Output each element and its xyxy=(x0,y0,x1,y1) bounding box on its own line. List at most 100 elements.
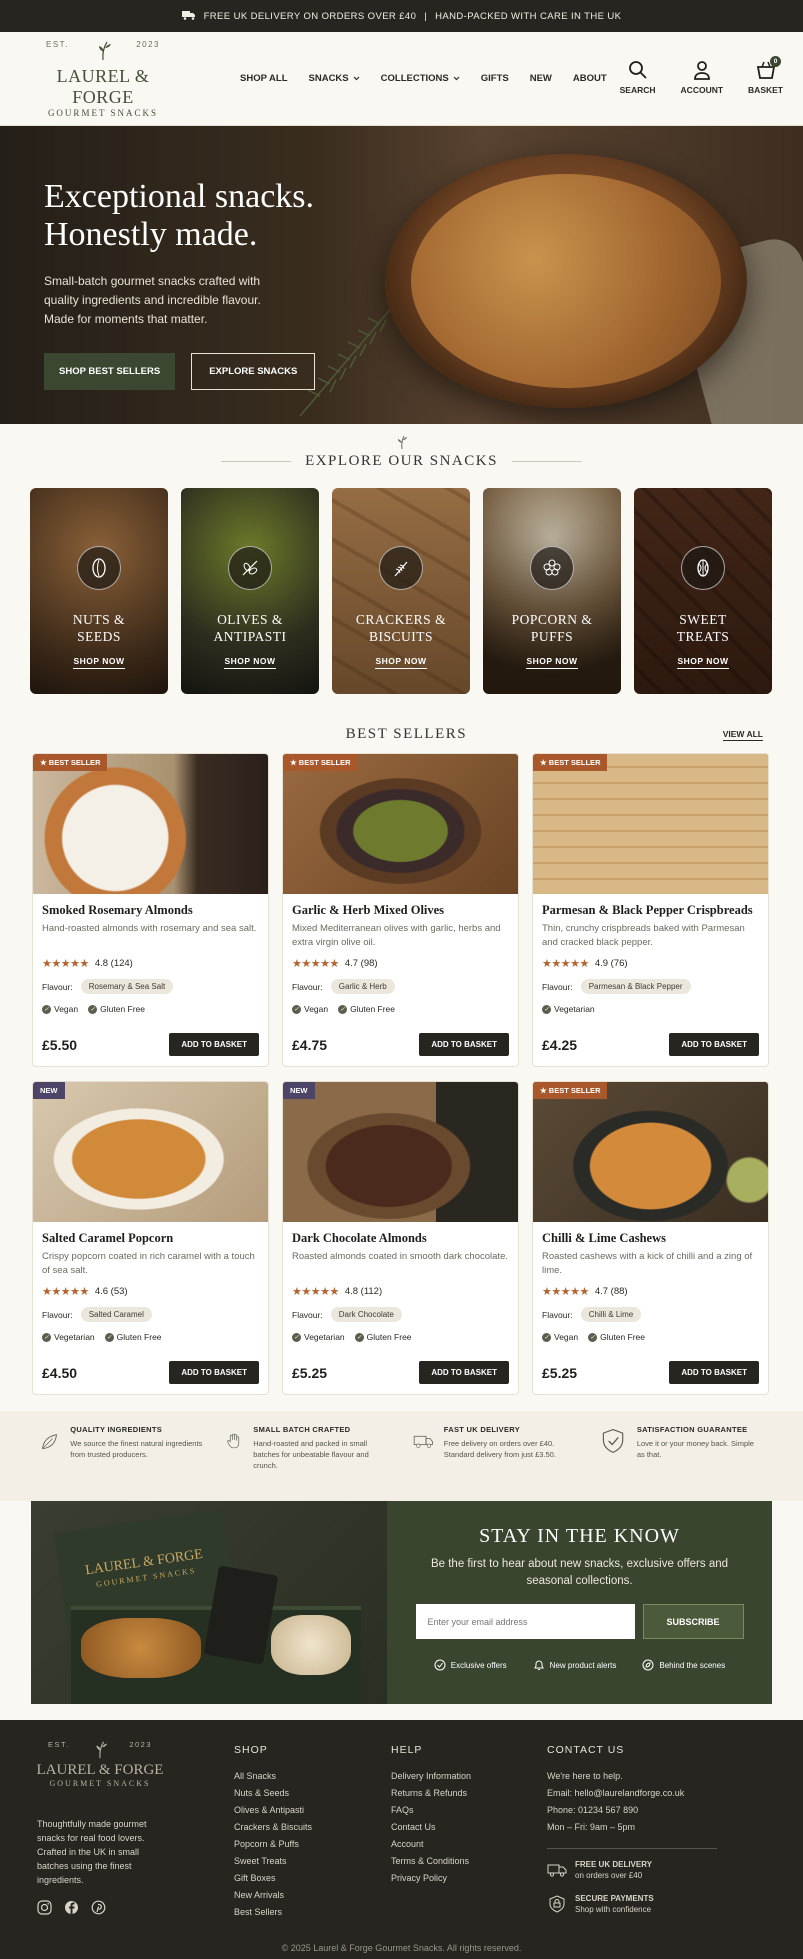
logo-year: 2023 xyxy=(129,1740,152,1749)
shop-best-sellers-button[interactable]: SHOP BEST SELLERS xyxy=(44,353,176,390)
footer-link[interactable]: Terms & Conditions xyxy=(391,1853,471,1870)
shop-now-link[interactable]: SHOP NOW xyxy=(30,656,168,669)
shop-now-link[interactable]: SHOP NOW xyxy=(483,656,621,669)
contact-phone[interactable]: Phone: 01234 567 890 xyxy=(547,1802,717,1819)
flavour-row: Flavour: Parmesan & Black Pepper xyxy=(542,979,759,994)
product-image[interactable]: ★ BEST SELLER xyxy=(533,754,768,894)
check-icon: ✓ xyxy=(88,1004,98,1014)
product-name[interactable]: Salted Caramel Popcorn xyxy=(42,1231,259,1246)
product-image[interactable]: ★ BEST SELLER xyxy=(33,754,268,894)
nav-new[interactable]: NEW xyxy=(530,73,552,84)
product-image[interactable]: NEW xyxy=(33,1082,268,1222)
subscribe-button[interactable]: SUBSCRIBE xyxy=(642,1604,744,1639)
nav-about[interactable]: ABOUT xyxy=(573,73,607,84)
diet-label: Gluten Free xyxy=(350,1004,396,1014)
category-crackers-biscuits[interactable]: CRACKERS & BISCUITS SHOP NOW xyxy=(332,488,470,694)
shop-now-link[interactable]: SHOP NOW xyxy=(634,656,772,669)
category-icon-circle xyxy=(77,546,121,590)
hero-content: Exceptional snacks. Honestly made. Small-… xyxy=(44,178,316,390)
diet-tags: ✓ Vegetarian ✓ Gluten Free xyxy=(42,1332,259,1342)
category-title: CRACKERS & BISCUITS xyxy=(332,611,470,645)
shop-now-link[interactable]: SHOP NOW xyxy=(332,656,470,669)
check-icon: ✓ xyxy=(542,1332,551,1342)
email-input[interactable] xyxy=(415,1604,635,1639)
nav-shop-all[interactable]: SHOP ALL xyxy=(240,73,288,84)
account-button[interactable]: ACCOUNT xyxy=(681,60,723,95)
nav-label: COLLECTIONS xyxy=(380,73,449,84)
truck-icon xyxy=(547,1864,567,1877)
add-to-basket-button[interactable]: ADD TO BASKET xyxy=(419,1361,509,1384)
add-to-basket-button[interactable]: ADD TO BASKET xyxy=(669,1033,759,1056)
product-card[interactable]: ★ BEST SELLER Smoked Rosemary Almonds Ha… xyxy=(32,753,269,1067)
footer-link[interactable]: Crackers & Biscuits xyxy=(234,1819,312,1836)
footer-link[interactable]: Contact Us xyxy=(391,1819,471,1836)
nav-collections[interactable]: COLLECTIONS xyxy=(381,73,460,84)
product-name[interactable]: Parmesan & Black Pepper Crispbreads xyxy=(542,903,759,918)
product-price: £5.25 xyxy=(292,1364,328,1381)
footer-link[interactable]: Sweet Treats xyxy=(234,1853,312,1870)
category-sweet-treats[interactable]: SWEET TREATS SHOP NOW xyxy=(634,488,772,694)
footer-column-title: CONTACT US xyxy=(547,1744,625,1756)
nav-label: NEW xyxy=(529,73,552,84)
feature-title: SMALL BATCH CRAFTED xyxy=(253,1425,351,1434)
footer-link[interactable]: Best Sellers xyxy=(234,1904,312,1921)
product-card[interactable]: ★ BEST SELLER Chilli & Lime Cashews Roas… xyxy=(532,1081,769,1395)
feature-delivery: FAST UK DELIVERY Free delivery on orders … xyxy=(413,1425,577,1501)
product-card[interactable]: NEW Dark Chocolate Almonds Roasted almon… xyxy=(282,1081,519,1395)
product-image[interactable]: NEW xyxy=(283,1082,518,1222)
laurel-icon xyxy=(397,435,407,450)
pinterest-icon[interactable] xyxy=(91,1900,106,1915)
product-name[interactable]: Smoked Rosemary Almonds xyxy=(42,903,259,918)
instagram-icon[interactable] xyxy=(37,1900,52,1915)
product-image[interactable]: ★ BEST SELLER xyxy=(283,754,518,894)
explore-section-ornament xyxy=(0,434,803,455)
diet-tag: ✓ Gluten Free xyxy=(88,1004,145,1014)
footer-link[interactable]: Gift Boxes xyxy=(234,1870,312,1887)
facebook-icon[interactable] xyxy=(64,1900,79,1915)
perk-label: Behind the scenes xyxy=(659,1660,726,1670)
footer-link[interactable]: New Arrivals xyxy=(234,1887,312,1904)
contact-email[interactable]: Email: hello@laurelandforge.co.uk xyxy=(547,1785,717,1802)
newsletter-section: LAUREL & FORGE GOURMET SNACKS STAY IN TH… xyxy=(31,1501,772,1704)
product-name[interactable]: Garlic & Herb Mixed Olives xyxy=(292,903,509,918)
footer-link[interactable]: Nuts & Seeds xyxy=(234,1785,312,1802)
category-popcorn-puffs[interactable]: POPCORN & PUFFS SHOP NOW xyxy=(483,488,621,694)
add-to-basket-button[interactable]: ADD TO BASKET xyxy=(169,1361,259,1384)
product-name[interactable]: Dark Chocolate Almonds xyxy=(292,1231,509,1246)
product-card[interactable]: ★ BEST SELLER Parmesan & Black Pepper Cr… xyxy=(532,753,769,1067)
add-to-basket-button[interactable]: ADD TO BASKET xyxy=(169,1033,259,1056)
basket-button[interactable]: 0 BASKET xyxy=(748,56,783,95)
footer-logo[interactable]: EST. 2023 LAUREL & FORGE GOURMET SNACKS xyxy=(30,1740,170,1788)
search-button[interactable]: SEARCH xyxy=(620,60,656,95)
product-image[interactable]: ★ BEST SELLER xyxy=(533,1082,768,1222)
footer-link[interactable]: All Snacks xyxy=(234,1768,312,1785)
footer-link[interactable]: Account xyxy=(391,1836,471,1853)
footer-link[interactable]: Olives & Antipasti xyxy=(234,1802,312,1819)
footer-link[interactable]: FAQs xyxy=(391,1802,471,1819)
category-title-line: PUFFS xyxy=(530,629,574,644)
nav-snacks[interactable]: SNACKS xyxy=(309,73,360,84)
add-to-basket-button[interactable]: ADD TO BASKET xyxy=(669,1361,759,1384)
search-icon xyxy=(628,61,647,79)
product-card[interactable]: ★ BEST SELLER Garlic & Herb Mixed Olives… xyxy=(282,753,519,1067)
footer-link[interactable]: Popcorn & Puffs xyxy=(234,1836,312,1853)
view-all-link[interactable]: VIEW ALL xyxy=(722,729,763,741)
product-card[interactable]: NEW Salted Caramel Popcorn Crispy popcor… xyxy=(32,1081,269,1395)
category-nuts-seeds[interactable]: NUTS & SEEDS SHOP NOW xyxy=(30,488,168,694)
brand-logo[interactable]: EST. 2023 LAUREL & FORGE GOURMET SNACKS xyxy=(28,40,178,118)
footer-link[interactable]: Privacy Policy xyxy=(391,1870,471,1887)
nav-gifts[interactable]: GIFTS xyxy=(481,73,509,84)
check-icon: ✓ xyxy=(292,1004,301,1014)
footer-link[interactable]: Returns & Refunds xyxy=(391,1785,471,1802)
footer-link[interactable]: Delivery Information xyxy=(391,1768,471,1785)
feature-text: We source the finest natural ingredients… xyxy=(70,1439,203,1459)
product-name[interactable]: Chilli & Lime Cashews xyxy=(542,1231,759,1246)
shop-now-link[interactable]: SHOP NOW xyxy=(181,656,319,669)
add-to-basket-button[interactable]: ADD TO BASKET xyxy=(419,1033,509,1056)
logo-est-row: EST. 2023 xyxy=(28,40,178,64)
category-olives-antipasti[interactable]: OLIVES & ANTIPASTI SHOP NOW xyxy=(181,488,319,694)
newsletter-content: STAY IN THE KNOW Be the first to hear ab… xyxy=(387,1501,772,1704)
explore-snacks-button[interactable]: EXPLORE SNACKS xyxy=(191,353,316,390)
diet-tags: ✓ Vegan ✓ Gluten Free xyxy=(292,1004,509,1014)
product-description: Mixed Mediterranean olives with garlic, … xyxy=(292,923,501,948)
